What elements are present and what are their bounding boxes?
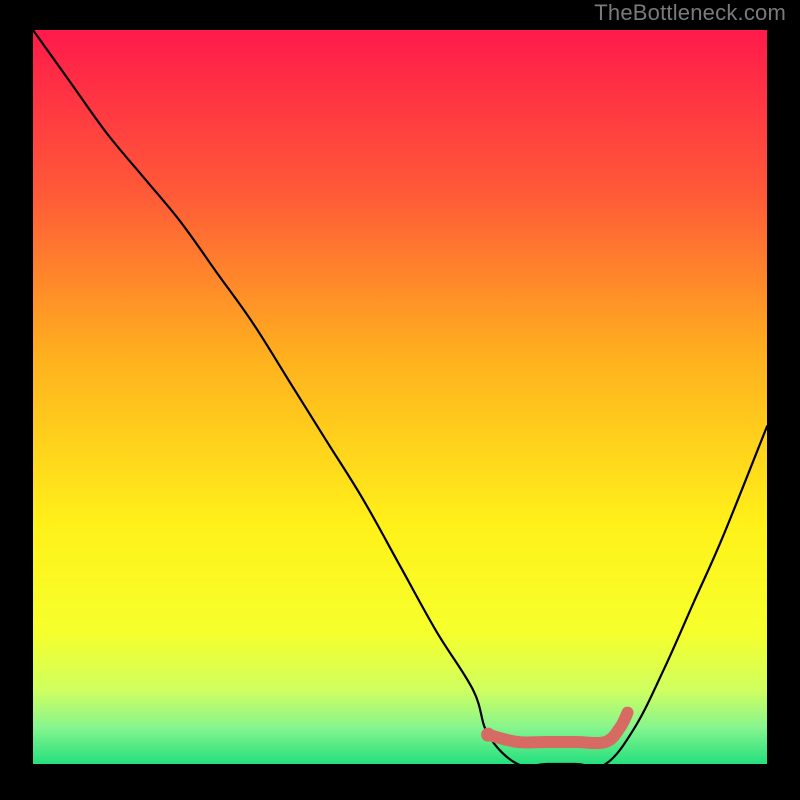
bottleneck-chart (33, 30, 767, 764)
attribution-label: TheBottleneck.com (594, 0, 786, 26)
gradient-background (33, 30, 767, 764)
chart-frame: TheBottleneck.com (0, 0, 800, 800)
chart-canvas (33, 30, 767, 764)
current-point-marker (481, 728, 495, 742)
